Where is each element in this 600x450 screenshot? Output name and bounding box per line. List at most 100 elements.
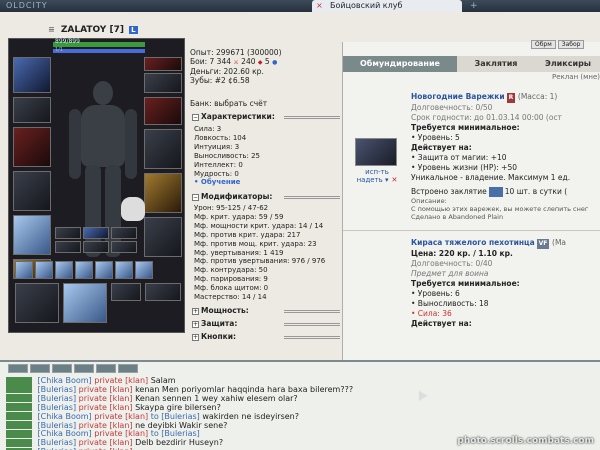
shield-slot[interactable] <box>144 173 182 213</box>
elixir-slot-5[interactable] <box>95 261 113 279</box>
item-title[interactable]: Кираса тяжелого пехотинца <box>411 238 535 247</box>
pet-icon[interactable] <box>121 197 145 221</box>
ring-slot[interactable] <box>144 97 182 125</box>
bank-label: Банк: <box>190 99 215 108</box>
chat-nick[interactable]: [Bulerias] <box>38 385 77 394</box>
chat-private-label[interactable]: private [klan] <box>79 385 133 394</box>
info-badge[interactable]: L <box>129 26 138 34</box>
cloak-slot[interactable] <box>13 215 51 255</box>
tab-equipment[interactable]: Обмундирование <box>343 56 457 72</box>
stat-strength: Сила: 3 <box>194 125 222 133</box>
chat-private-label[interactable]: private [klan] <box>94 429 148 438</box>
tab-spells[interactable]: Заклятия <box>461 56 531 72</box>
scroll-slot-3[interactable] <box>111 227 137 239</box>
elixir-slot-3[interactable] <box>55 261 73 279</box>
browser-tab[interactable]: × Бойцовский клуб <box>312 0 462 12</box>
buttons-section[interactable]: + Кнопки: <box>192 332 340 342</box>
mana-bar-fill <box>53 49 145 53</box>
expand-icon[interactable]: + <box>192 308 199 315</box>
item-tag[interactable]: R <box>506 93 516 103</box>
chat-time[interactable] <box>6 421 32 429</box>
chat-nick[interactable]: [Bulerias] <box>38 394 77 403</box>
elixir-slot-6[interactable] <box>115 261 133 279</box>
stone-slot[interactable] <box>15 283 59 323</box>
chat-nick[interactable]: [Bulerias] <box>38 421 77 430</box>
bank-select-link[interactable]: выбрать счёт <box>214 99 267 108</box>
necklace-slot[interactable] <box>144 73 182 93</box>
modifier-row: Мф. крит. удара: 59 / 59 <box>194 212 284 221</box>
mittens-icon[interactable] <box>355 138 397 166</box>
crystal-slot[interactable] <box>63 283 107 323</box>
chat-private-label[interactable]: private [klan] <box>79 438 133 447</box>
scroll-slot-6[interactable] <box>111 241 137 253</box>
chat-filter-button[interactable] <box>8 364 28 373</box>
boots-slot[interactable] <box>144 217 182 257</box>
chat-recipient[interactable]: to [Bulerias] <box>151 412 200 421</box>
wear-link[interactable]: надеть <box>357 176 383 184</box>
chat-time[interactable] <box>6 394 32 403</box>
chat-nick[interactable]: [Chika Boom] <box>38 429 92 438</box>
chat-filter-button[interactable] <box>118 364 138 373</box>
training-link[interactable]: • Обучение <box>194 178 260 187</box>
inventory-filter[interactable]: Реклан (мне) <box>552 73 600 81</box>
close-icon[interactable]: × <box>316 1 323 10</box>
money-line: Деньги: 202.60 кр. <box>190 67 264 76</box>
chat-private-label[interactable]: private [klan] <box>79 421 133 430</box>
collapse-icon[interactable]: − <box>192 194 199 201</box>
chat-time[interactable] <box>6 429 32 438</box>
gloves-slot[interactable] <box>144 129 182 169</box>
item-tag[interactable]: VF <box>536 239 550 249</box>
chat-nick[interactable]: [Bulerias] <box>38 403 77 412</box>
elixir-slot-4[interactable] <box>75 261 93 279</box>
scroll-slot-2[interactable] <box>83 227 109 239</box>
scroll-slot-1[interactable] <box>55 227 81 239</box>
item-title[interactable]: Новогодние Варежки <box>411 92 505 101</box>
chat-time[interactable] <box>6 438 32 447</box>
elixir-slot-1[interactable] <box>15 261 33 279</box>
characteristics-section[interactable]: − Характеристики: <box>192 112 340 122</box>
sort-icon[interactable]: ▾ <box>385 176 389 184</box>
scroll-slot-5[interactable] <box>83 241 109 253</box>
chat-nick[interactable]: [Chika Boom] <box>38 412 92 421</box>
modifier-row: Мф. мощности крит. удара: 14 / 14 <box>194 221 324 230</box>
armor-slot[interactable] <box>13 171 51 211</box>
weapon-slot[interactable] <box>13 127 51 167</box>
chat-private-label[interactable]: private [klan] <box>79 394 133 403</box>
inventory-button-2[interactable]: Забор <box>557 40 585 49</box>
chat-private-label[interactable]: private [klan] <box>94 412 148 421</box>
chat-filter-button[interactable] <box>52 364 72 373</box>
new-tab-button[interactable]: + <box>470 1 478 11</box>
chat-nick[interactable]: [Chika Boom] <box>38 376 92 385</box>
tab-elixirs[interactable]: Эликсиры <box>535 56 600 72</box>
rune-slot-2[interactable] <box>145 283 181 301</box>
chat-time[interactable] <box>6 376 32 385</box>
elixir-slot-7[interactable] <box>135 261 153 279</box>
chat-private-label[interactable]: private [klan] <box>94 376 148 385</box>
delete-icon[interactable]: ✕ <box>392 176 398 184</box>
modifiers-section[interactable]: − Модификаторы: <box>192 192 340 202</box>
spell-icon[interactable] <box>488 187 503 197</box>
character-name[interactable]: ZALATOY <box>61 25 106 35</box>
chat-time[interactable] <box>6 385 32 394</box>
amulet-slot[interactable] <box>13 97 51 123</box>
elixir-slot-2[interactable] <box>35 261 53 279</box>
scroll-slot-4[interactable] <box>55 241 81 253</box>
chat-recipient[interactable]: to [Bulerias] <box>151 429 200 438</box>
use-link[interactable]: исп-ть <box>349 168 405 176</box>
inventory-button-1[interactable]: Обрм <box>531 40 556 49</box>
rune-slot-1[interactable] <box>111 283 141 301</box>
chat-private-label[interactable]: private [klan] <box>79 403 133 412</box>
chat-time[interactable] <box>6 412 32 421</box>
chat-filter-button[interactable] <box>30 364 50 373</box>
power-section[interactable]: + Мощность: <box>192 306 340 316</box>
helmet-slot[interactable] <box>13 57 51 93</box>
expand-icon[interactable]: + <box>192 321 199 328</box>
collapse-icon[interactable]: − <box>192 114 199 121</box>
expand-icon[interactable]: + <box>192 334 199 341</box>
earrings-slot[interactable] <box>144 57 182 71</box>
chat-nick[interactable]: [Bulerias] <box>38 438 77 447</box>
chat-filter-button[interactable] <box>96 364 116 373</box>
protection-section[interactable]: + Защита: <box>192 319 340 329</box>
chat-time[interactable] <box>6 403 32 412</box>
chat-filter-button[interactable] <box>74 364 94 373</box>
